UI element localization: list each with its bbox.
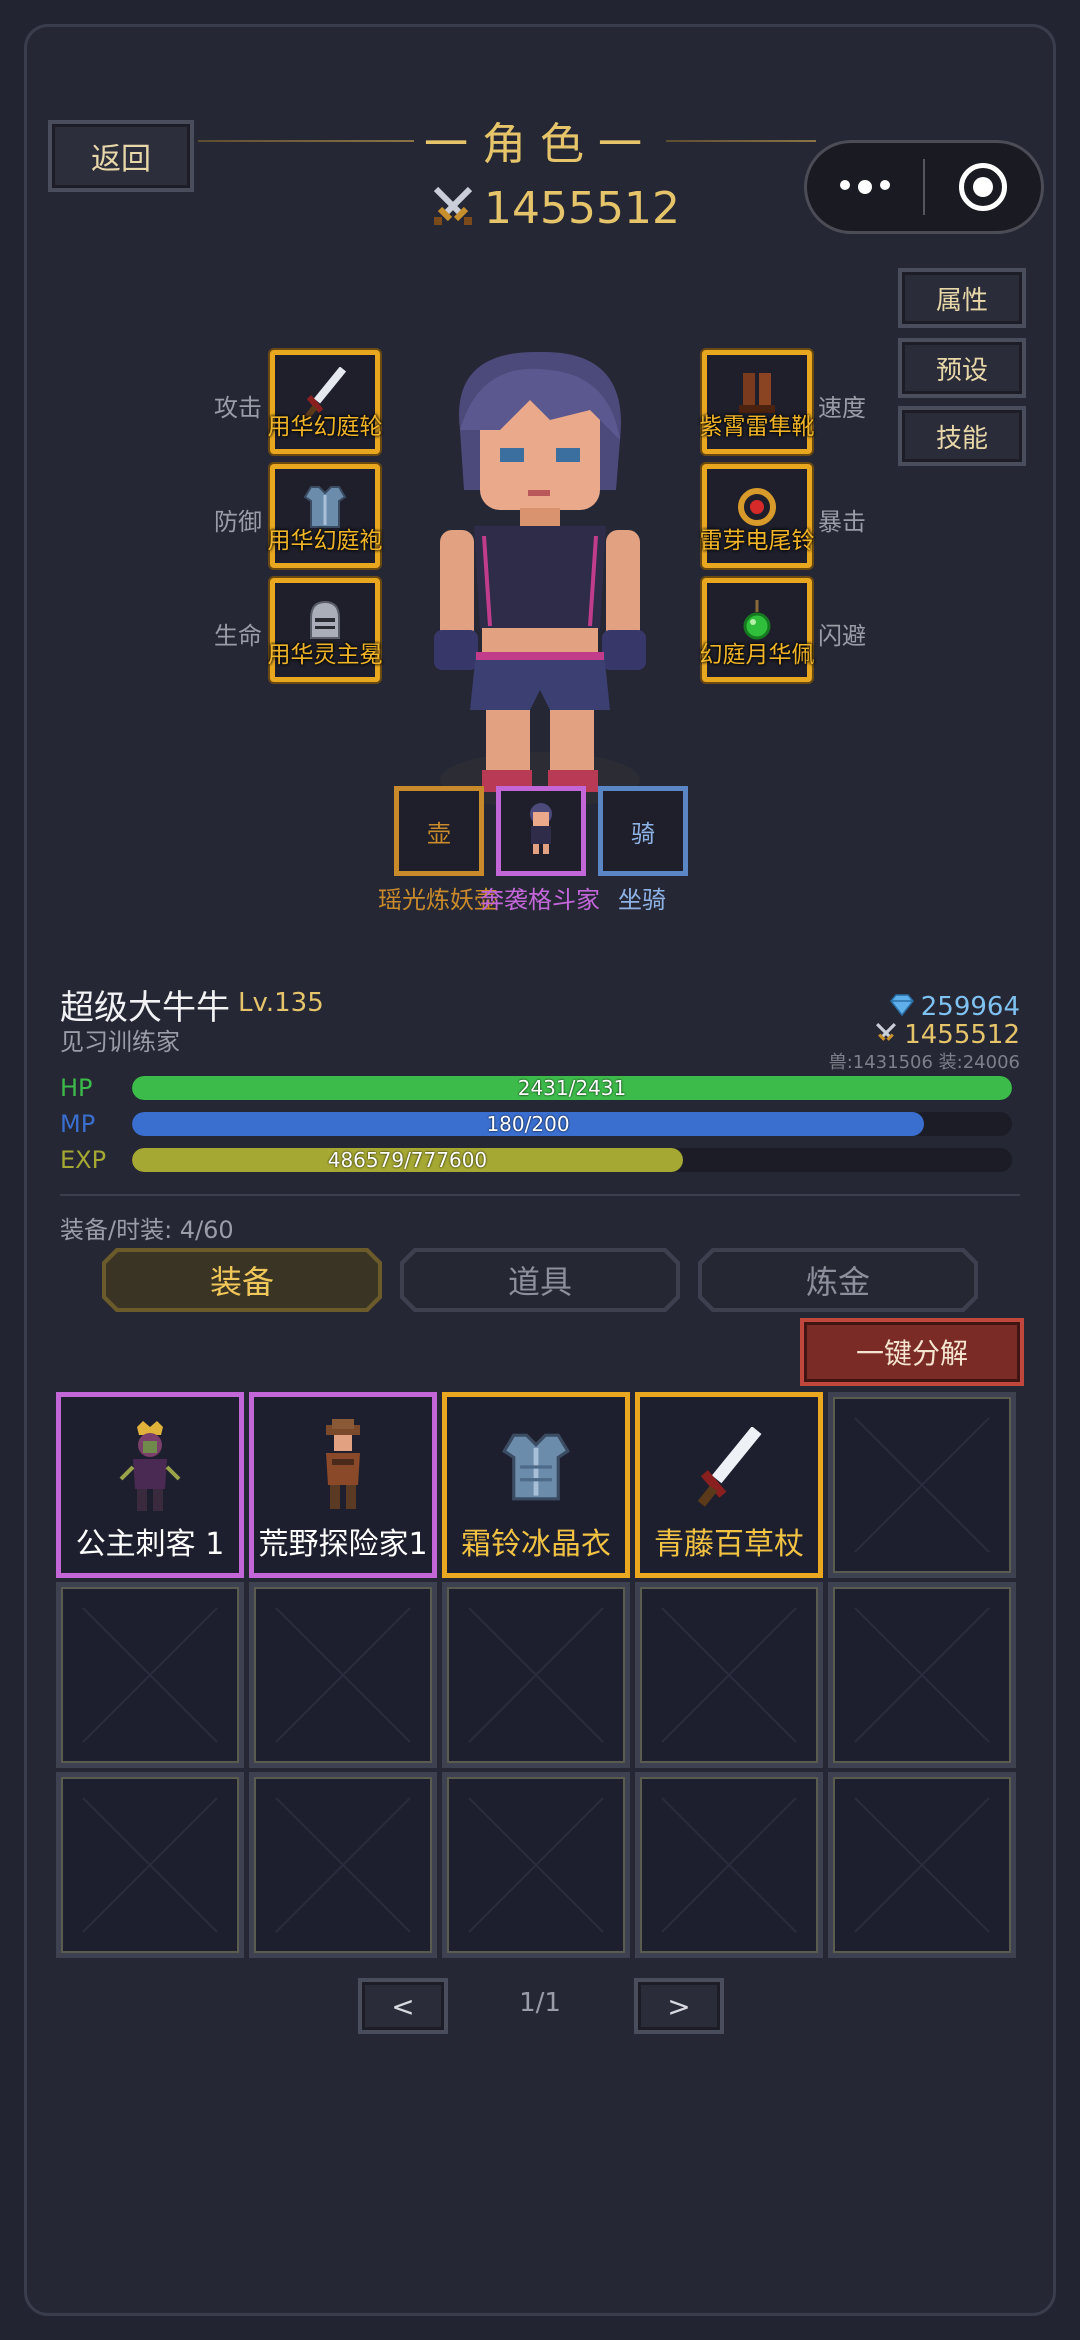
hp-label: HP	[60, 1074, 93, 1102]
target-icon	[959, 163, 1007, 211]
power-display: 1455512	[430, 178, 680, 238]
inventory-empty-slot[interactable]	[635, 1582, 823, 1768]
more-menu-button[interactable]	[807, 143, 923, 231]
inventory-item[interactable]: 荒野探险家1	[249, 1392, 437, 1578]
pet-label: 奔袭格斗家	[480, 886, 600, 914]
inventory-item-name: 霜铃冰晶衣	[461, 1527, 611, 1562]
stat-label-attack: 攻击	[214, 394, 262, 422]
inventory-empty-slot[interactable]	[442, 1582, 630, 1768]
equip-slot-weapon[interactable]: 用华幻庭轮	[268, 350, 383, 454]
mp-text: 180/200	[486, 1112, 570, 1136]
mp-label: MP	[60, 1110, 96, 1138]
diamond-balance: 259964	[889, 992, 1020, 1022]
inventory-empty-slot[interactable]	[442, 1772, 630, 1958]
mini-program-capsule	[804, 140, 1044, 234]
stat-label-crit: 暴击	[818, 508, 866, 536]
diamond-value: 259964	[920, 992, 1020, 1022]
pot-slot[interactable]: 壶	[394, 786, 484, 876]
inventory-empty-slot[interactable]	[828, 1582, 1016, 1768]
tab-alchemy[interactable]: 炼金	[698, 1248, 978, 1312]
inventory-item[interactable]: 霜铃冰晶衣	[442, 1392, 630, 1578]
crossed-swords-icon	[430, 183, 476, 233]
mount-label: 坐骑	[618, 886, 666, 914]
mount-slot[interactable]: 骑	[598, 786, 688, 876]
inventory-item-name: 荒野探险家1	[258, 1527, 428, 1562]
more-dots-icon	[840, 180, 890, 194]
attributes-button[interactable]: 属性	[898, 268, 1026, 328]
diamond-icon	[889, 994, 915, 1020]
inventory-empty-slot[interactable]	[828, 1392, 1016, 1578]
inventory-empty-slot[interactable]	[249, 1772, 437, 1958]
inventory-grid: 公主刺客 1 荒野探险家1 霜铃冰晶衣 青藤百草杖	[56, 1392, 1016, 1958]
player-power: 1455512	[874, 1020, 1020, 1050]
tab-items[interactable]: 道具	[400, 1248, 680, 1312]
exp-bar: 486579/777600	[132, 1148, 1012, 1172]
power-breakdown: 兽:1431506 装:24006	[828, 1052, 1020, 1073]
inventory-empty-slot[interactable]	[828, 1772, 1016, 1958]
back-button[interactable]: 返回	[48, 120, 194, 192]
explorer-icon	[298, 1417, 388, 1517]
equip-slot-boots[interactable]: 紫霄雷隼靴	[700, 350, 815, 454]
page-indicator: 1/1	[519, 1988, 561, 2018]
stat-label-defense: 防御	[214, 508, 262, 536]
player-level: Lv.135	[238, 988, 324, 1018]
exp-label: EXP	[60, 1146, 107, 1174]
inventory-empty-slot[interactable]	[56, 1772, 244, 1958]
inventory-empty-slot[interactable]	[635, 1772, 823, 1958]
section-divider	[60, 1194, 1020, 1196]
assassin-icon	[105, 1417, 195, 1517]
player-power-value: 1455512	[904, 1020, 1020, 1050]
hp-text: 2431/2431	[517, 1076, 627, 1100]
crossed-swords-icon	[874, 1021, 898, 1049]
mp-bar: 180/200	[132, 1112, 1012, 1136]
equip-name: 雷芽电尾铃	[699, 528, 815, 554]
armor-icon	[491, 1417, 581, 1517]
exp-text: 486579/777600	[327, 1148, 488, 1172]
hp-bar: 2431/2431	[132, 1076, 1012, 1100]
inventory-empty-slot[interactable]	[56, 1582, 244, 1768]
inventory-item-name: 青藤百草杖	[654, 1527, 804, 1562]
equip-slot-armor[interactable]: 用华幻庭袍	[268, 464, 383, 568]
equip-slot-helmet[interactable]: 用华灵主冕	[268, 578, 383, 682]
stat-label-speed: 速度	[818, 394, 866, 422]
tab-equipment-label: 装备	[106, 1252, 378, 1308]
prev-page-button[interactable]: <	[358, 1978, 448, 2034]
stat-label-health: 生命	[214, 622, 262, 650]
character-sprite	[420, 340, 660, 810]
presets-button[interactable]: 预设	[898, 338, 1026, 398]
close-mini-program-button[interactable]	[925, 143, 1041, 231]
tab-alchemy-label: 炼金	[702, 1252, 974, 1308]
power-value: 1455512	[484, 182, 680, 234]
tab-equipment[interactable]: 装备	[102, 1248, 382, 1312]
equipment-count: 装备/时装: 4/60	[60, 1216, 234, 1244]
inventory-item-name: 公主刺客 1	[75, 1527, 225, 1562]
skills-button[interactable]: 技能	[898, 406, 1026, 466]
player-title: 见习训练家	[60, 1028, 180, 1056]
inventory-item[interactable]: 青藤百草杖	[635, 1392, 823, 1578]
decompose-all-button[interactable]: 一键分解	[800, 1318, 1024, 1386]
page-title: 一角色一	[424, 119, 656, 170]
equip-slot-pendant[interactable]: 幻庭月华佩	[700, 578, 815, 682]
equip-slot-ring[interactable]: 雷芽电尾铃	[700, 464, 815, 568]
equip-name: 紫霄雷隼靴	[699, 414, 815, 440]
equip-name: 用华灵主冕	[267, 642, 383, 668]
sword-icon	[684, 1417, 774, 1517]
equip-name: 幻庭月华佩	[699, 642, 815, 668]
equip-name: 用华幻庭袍	[267, 528, 383, 554]
tab-items-label: 道具	[404, 1252, 676, 1308]
next-page-button[interactable]: >	[634, 1978, 724, 2034]
inventory-empty-slot[interactable]	[249, 1582, 437, 1768]
pet-slot[interactable]	[496, 786, 586, 876]
equip-name: 用华幻庭轮	[267, 414, 383, 440]
inventory-item[interactable]: 公主刺客 1	[56, 1392, 244, 1578]
fighter-avatar-icon	[521, 800, 561, 862]
stat-label-dodge: 闪避	[818, 622, 866, 650]
